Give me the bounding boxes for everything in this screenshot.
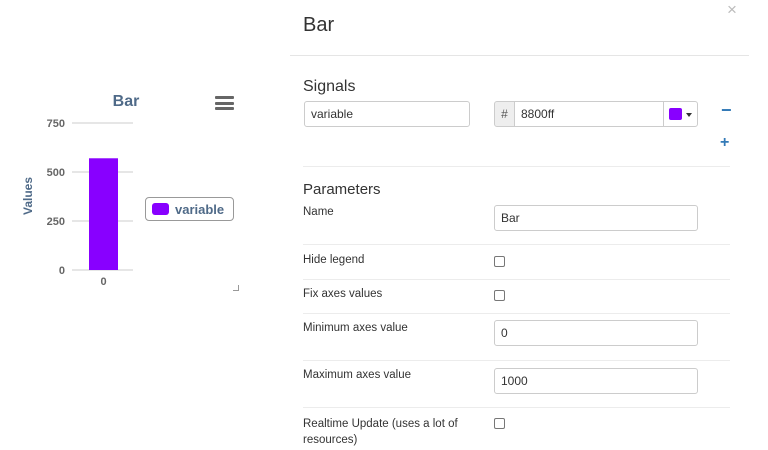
close-icon[interactable]: × — [727, 0, 737, 20]
caret-down-icon — [686, 113, 692, 117]
fix-axes-checkbox[interactable] — [494, 290, 505, 301]
row-divider — [303, 407, 730, 408]
hash-addon: # — [494, 101, 515, 127]
y-axis-label: Values — [21, 177, 35, 215]
color-picker-button[interactable] — [663, 101, 698, 127]
modal-header-divider — [290, 55, 749, 56]
chart-bars — [89, 158, 118, 270]
fix-axes-label: Fix axes values — [303, 288, 383, 300]
bar[interactable] — [89, 158, 118, 270]
row-divider — [303, 360, 730, 361]
realtime-label-line1: Realtime Update (uses a lot of — [303, 418, 458, 430]
chart-menu-icon[interactable] — [215, 96, 234, 110]
y-tick-label: 750 — [47, 118, 65, 130]
legend-swatch — [152, 203, 169, 215]
min-axes-label: Minimum axes value — [303, 322, 408, 334]
chart-legend[interactable]: variable — [145, 197, 234, 221]
realtime-update-checkbox[interactable] — [494, 418, 505, 429]
color-swatch — [669, 108, 682, 120]
realtime-label-line2: resources) — [303, 434, 358, 446]
signal-name-input[interactable] — [304, 101, 470, 127]
row-divider — [303, 244, 730, 245]
remove-signal-button[interactable]: − — [721, 100, 732, 121]
bar-chart: Bar 0 250 500 750 0 Values — [21, 93, 140, 288]
realtime-label: Realtime Update (uses a lot of resources… — [303, 416, 458, 448]
y-tick-label: 500 — [47, 167, 65, 179]
signals-divider — [303, 166, 730, 167]
max-axes-input[interactable] — [494, 368, 698, 394]
row-divider — [303, 313, 730, 314]
signal-color-input[interactable] — [514, 101, 664, 127]
modal-title: Bar — [303, 14, 335, 36]
y-axis-ticks: 0 250 500 750 — [47, 118, 65, 277]
chart-name-input[interactable] — [494, 205, 698, 231]
legend-label: variable — [175, 202, 225, 217]
hide-legend-checkbox[interactable] — [494, 256, 505, 267]
add-signal-button[interactable]: + — [720, 134, 729, 152]
name-label: Name — [303, 206, 334, 218]
chart-title: Bar — [113, 93, 140, 110]
x-tick-label: 0 — [100, 276, 106, 288]
y-tick-label: 0 — [59, 265, 65, 277]
parameters-heading: Parameters — [303, 181, 381, 198]
min-axes-input[interactable] — [494, 320, 698, 346]
max-axes-label: Maximum axes value — [303, 369, 412, 381]
y-tick-label: 250 — [47, 216, 65, 228]
row-divider — [303, 279, 730, 280]
x-axis-ticks: 0 — [100, 276, 106, 288]
hide-legend-label: Hide legend — [303, 254, 365, 266]
signals-heading: Signals — [303, 78, 356, 95]
resize-handle-icon[interactable] — [233, 285, 239, 291]
